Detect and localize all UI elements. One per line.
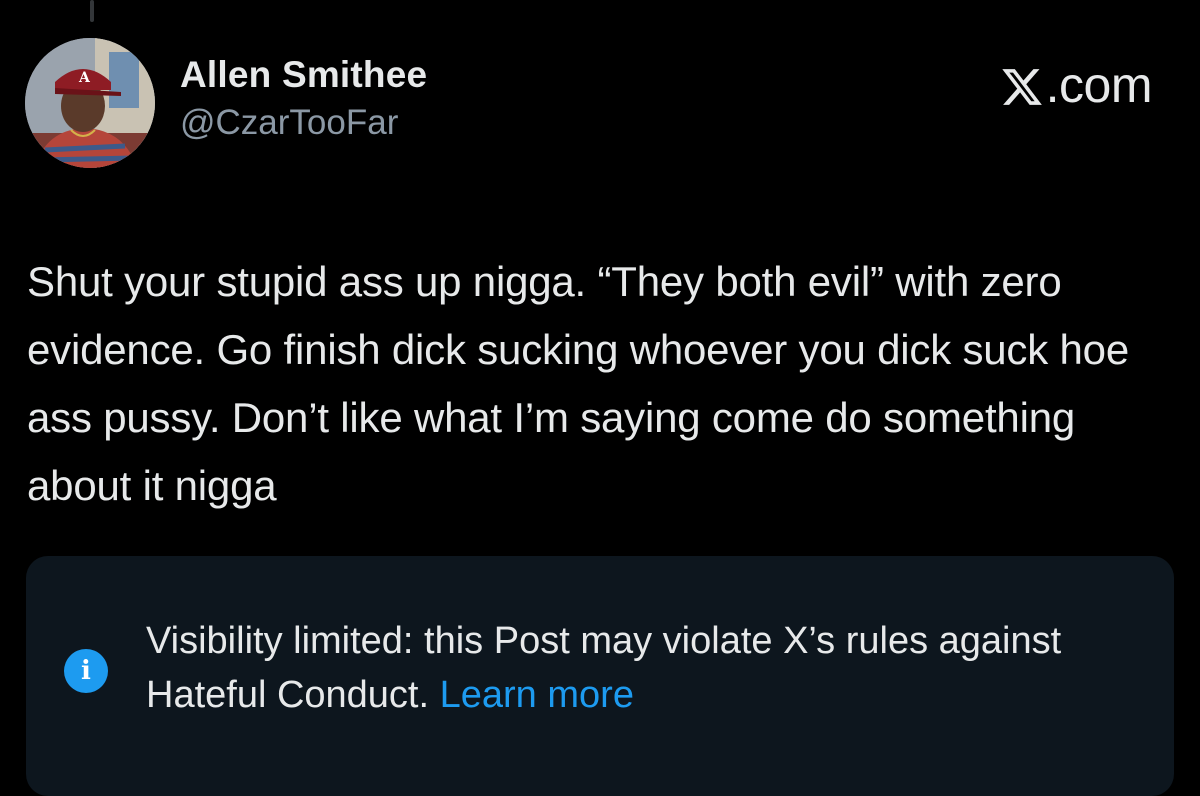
learn-more-link[interactable]: Learn more [440,674,634,716]
post-body-text: Shut your stupid ass up nigga. “They bot… [27,258,1129,509]
brand-domain-text: .com [1045,57,1153,113]
avatar[interactable]: A [25,38,155,168]
svg-text:A: A [78,70,91,86]
post-author[interactable]: Allen Smithee @CzarTooFar [180,52,427,146]
author-handle[interactable]: @CzarTooFar [180,100,427,146]
author-display-name[interactable]: Allen Smithee [180,52,427,98]
x-brand-watermark: .com [1000,56,1153,114]
x-logo-icon [1000,63,1044,107]
visibility-limited-notice: i Visibility limited: this Post may viol… [26,556,1174,796]
avatar-image: A [25,38,155,168]
info-icon: i [64,649,108,693]
notice-text: Visibility limited: this Post may violat… [146,614,1136,722]
thread-connector-line [90,0,94,22]
